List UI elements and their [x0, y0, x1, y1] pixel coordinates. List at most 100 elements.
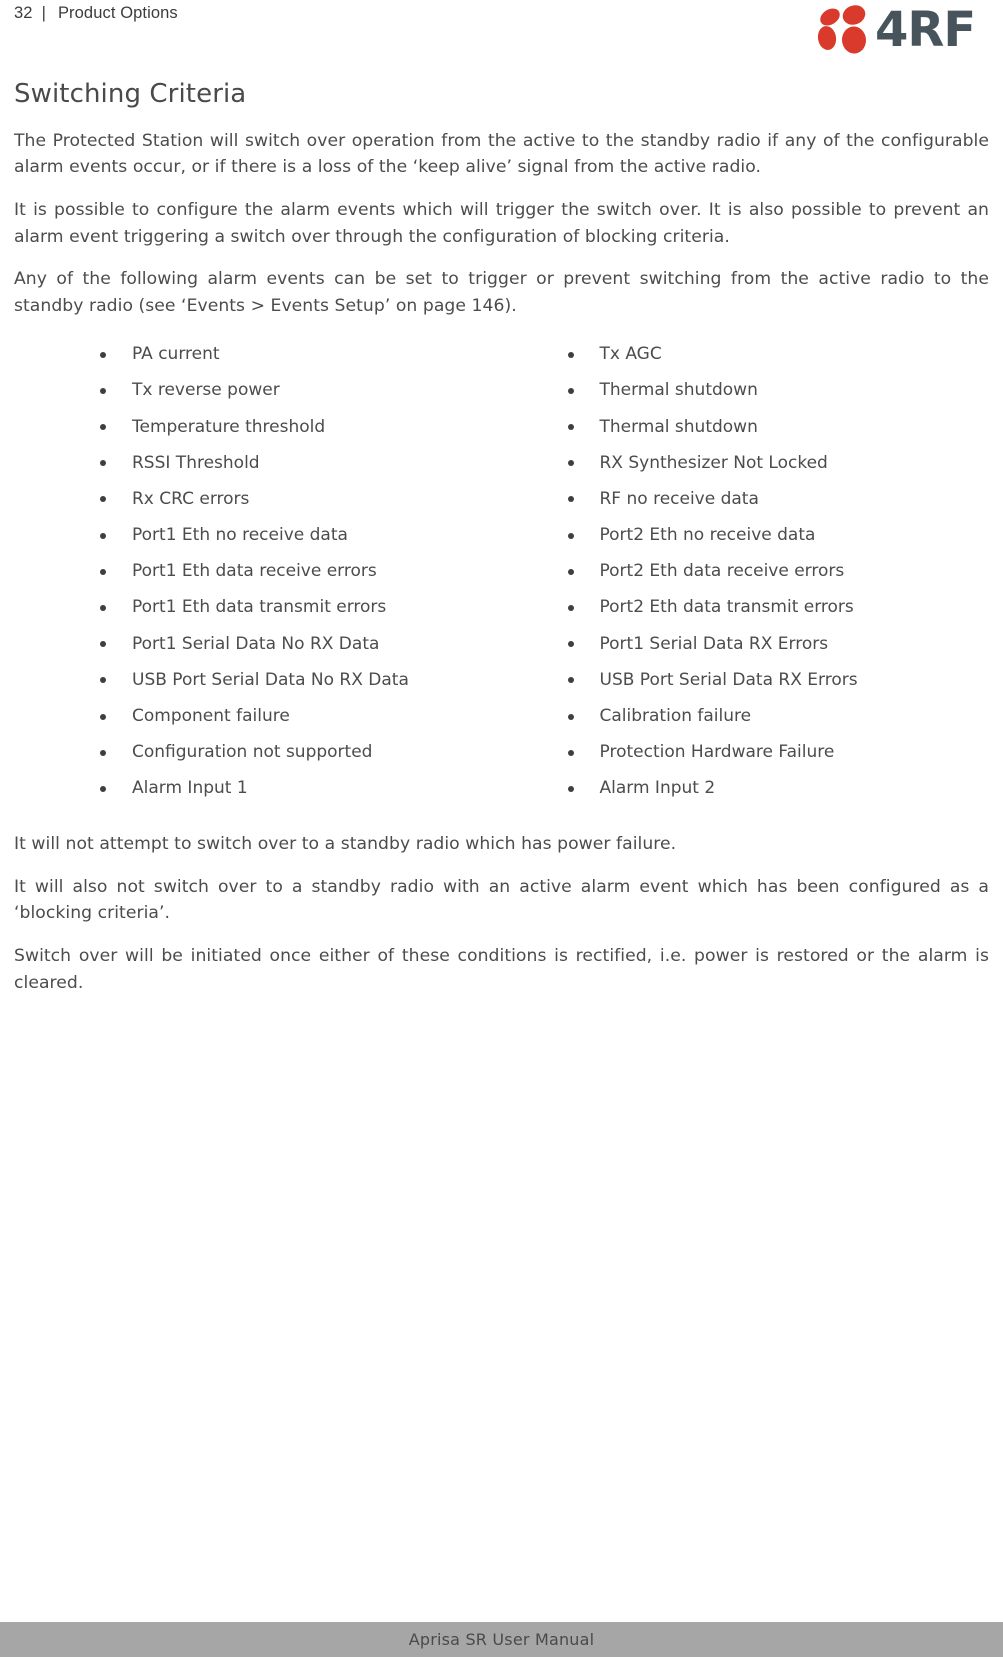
intro-paragraph-2: It is possible to configure the alarm ev… — [14, 199, 989, 247]
bullet-dot-icon — [100, 749, 106, 756]
bullet-dot-icon — [100, 677, 106, 684]
alarm-events-list: PA current Tx reverse power Temperature … — [14, 337, 989, 807]
bullet-dot-icon — [100, 604, 106, 611]
bullet-dot-icon — [100, 424, 106, 430]
list-item: Tx reverse power — [96, 373, 502, 409]
list-item: RX Synthesizer Not Locked — [564, 445, 990, 481]
bullet-dot-icon — [100, 785, 106, 792]
bullet-dot-icon — [567, 604, 574, 611]
list-item-label: Port2 Eth data receive errors — [599, 561, 845, 582]
list-item: Temperature threshold — [96, 409, 502, 445]
list-item-label: Tx AGC — [599, 344, 662, 365]
list-item: Thermal shutdown — [564, 409, 990, 445]
list-item-label: Rx CRC errors — [132, 488, 250, 509]
logo-wordmark: 4RF — [875, 2, 975, 58]
list-item: RF no receive data — [564, 481, 990, 517]
list-item: Port2 Eth data receive errors — [564, 554, 990, 590]
bullet-dot-icon — [567, 677, 574, 684]
list-item: Port2 Eth data transmit errors — [564, 590, 990, 626]
header-chapter-title: Product Options — [57, 4, 178, 22]
footer-manual-title: Aprisa SR User Manual — [408, 1630, 595, 1649]
bullet-dot-icon — [567, 532, 574, 539]
page-header: 32 | Product Options 4RF — [0, 0, 1003, 66]
brand-logo-4rf: 4RF — [807, 2, 991, 58]
outro-paragraph-1: It will not attempt to switch over to a … — [14, 833, 677, 854]
bullet-dot-icon — [567, 460, 574, 467]
outro-paragraph-3: Switch over will be initiated once eithe… — [14, 945, 989, 993]
list-item-label: Port1 Eth data receive errors — [132, 561, 377, 582]
header-separator: | — [41, 4, 46, 22]
list-item: PA current — [96, 337, 502, 373]
bullet-dot-icon — [100, 460, 106, 467]
list-item: Port1 Serial Data RX Errors — [564, 626, 990, 662]
list-item-label: Alarm Input 1 — [132, 778, 248, 799]
list-item-label: USB Port Serial Data RX Errors — [599, 669, 858, 690]
list-item: Thermal shutdown — [564, 373, 990, 409]
list-item-label: PA current — [132, 344, 220, 365]
header-breadcrumb: 32 | Product Options — [0, 0, 178, 23]
list-item-label: Alarm Input 2 — [599, 778, 716, 799]
list-item-label: Port1 Eth no receive data — [132, 525, 348, 546]
bullet-dot-icon — [100, 641, 106, 648]
bullet-dot-icon — [567, 496, 574, 503]
list-item-label: Temperature threshold — [132, 416, 326, 437]
list-item: Alarm Input 2 — [564, 771, 990, 807]
alarm-events-left-ul: PA current Tx reverse power Temperature … — [96, 337, 502, 807]
bullet-dot-icon — [567, 424, 574, 430]
bullet-dot-icon — [567, 785, 574, 792]
bullet-dot-icon — [567, 713, 574, 720]
list-item: Alarm Input 1 — [96, 771, 502, 807]
list-item: Component failure — [96, 698, 502, 734]
intro-paragraph-1: The Protected Station will switch over o… — [14, 130, 989, 178]
bullet-dot-icon — [100, 387, 106, 394]
list-item-label: Thermal shutdown — [599, 380, 758, 401]
list-item-label: RX Synthesizer Not Locked — [599, 452, 828, 473]
bullet-dot-icon — [100, 713, 106, 720]
list-item-label: Port1 Eth data transmit errors — [132, 597, 387, 618]
bullet-dot-icon — [567, 351, 574, 358]
list-item-label: Tx reverse power — [132, 380, 280, 401]
list-item: USB Port Serial Data RX Errors — [564, 662, 990, 698]
list-item: Calibration failure — [564, 698, 990, 734]
list-item-label: USB Port Serial Data No RX Data — [132, 669, 409, 690]
list-item-label: Thermal shutdown — [599, 416, 758, 437]
list-item-label: Port2 Eth data transmit errors — [599, 597, 854, 618]
list-item: Configuration not supported — [96, 735, 502, 771]
alarm-events-right-ul: Tx AGC Thermal shutdown Thermal shutdown… — [564, 337, 990, 807]
logo-dots-icon — [817, 5, 867, 54]
list-item: Protection Hardware Failure — [564, 735, 990, 771]
list-item-label: Port2 Eth no receive data — [599, 525, 816, 546]
alarm-events-right-column: Tx AGC Thermal shutdown Thermal shutdown… — [502, 337, 990, 807]
list-item: Port2 Eth no receive data — [564, 517, 990, 553]
page-footer: Aprisa SR User Manual — [0, 1622, 1003, 1657]
outro-paragraph-2: It will also not switch over to a standb… — [14, 876, 989, 924]
bullet-dot-icon — [567, 387, 574, 394]
list-item: Tx AGC — [564, 337, 990, 373]
list-item-label: RF no receive data — [599, 488, 759, 509]
bullet-dot-icon — [100, 496, 106, 503]
header-page-number: 32 — [14, 4, 33, 22]
list-item: USB Port Serial Data No RX Data — [96, 662, 502, 698]
bullet-dot-icon — [567, 749, 574, 756]
list-item-label: Port1 Serial Data RX Errors — [599, 633, 829, 654]
intro-paragraph-3: Any of the following alarm events can be… — [14, 269, 989, 316]
list-item-label: Calibration failure — [599, 706, 752, 726]
bullet-dot-icon — [100, 532, 106, 539]
bullet-dot-icon — [567, 641, 574, 648]
alarm-events-left-column: PA current Tx reverse power Temperature … — [14, 337, 502, 807]
bullet-dot-icon — [100, 351, 106, 358]
list-item: Port1 Eth no receive data — [96, 517, 502, 553]
list-item: Port1 Eth data transmit errors — [96, 590, 502, 626]
list-item-label: Protection Hardware Failure — [599, 742, 835, 763]
bullet-dot-icon — [567, 568, 574, 575]
list-item-label: Configuration not supported — [132, 742, 373, 763]
list-item-label: Port1 Serial Data No RX Data — [132, 633, 380, 654]
list-item: Rx CRC errors — [96, 481, 502, 517]
list-item: Port1 Eth data receive errors — [96, 554, 502, 590]
list-item: RSSI Threshold — [96, 445, 502, 481]
page-title: Switching Criteria — [14, 79, 247, 109]
list-item-label: RSSI Threshold — [132, 452, 260, 473]
list-item: Port1 Serial Data No RX Data — [96, 626, 502, 662]
list-item-label: Component failure — [132, 706, 290, 726]
bullet-dot-icon — [100, 568, 106, 575]
